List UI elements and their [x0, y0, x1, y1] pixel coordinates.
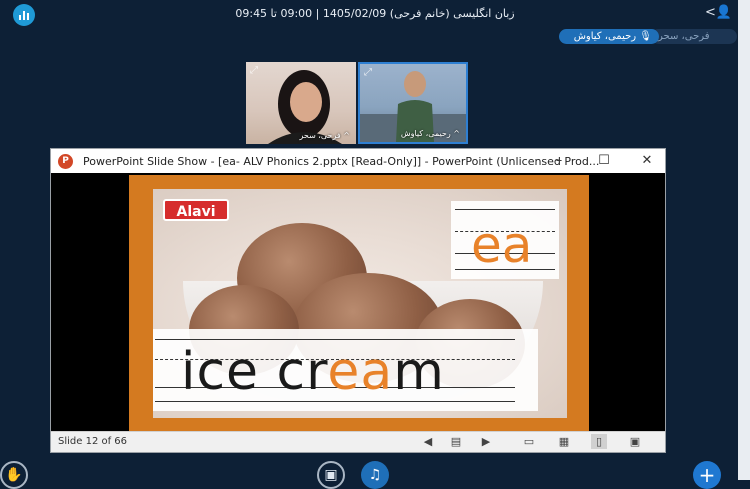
slide-counter: Slide 12 of 66	[58, 436, 128, 447]
user-menu-icon[interactable]: <👤	[705, 5, 732, 20]
word-end: m	[393, 342, 445, 402]
raise-hand-button[interactable]: ✋	[0, 461, 28, 489]
powerpoint-logo-icon: P	[58, 154, 73, 169]
audio-button[interactable]: ♫	[361, 461, 389, 489]
guide-line	[455, 209, 555, 210]
hand-icon: ✋	[5, 467, 23, 483]
participant-pill-farahi[interactable]: فرحی، سحر	[651, 29, 737, 44]
camera-off-icon: ▣	[324, 467, 338, 483]
minimize-button[interactable]: –	[548, 152, 570, 170]
reading-view-icon[interactable]: ▯	[591, 434, 607, 449]
slide-image: Alavi ea ice cream	[153, 189, 567, 418]
webcam-tile-student[interactable]: ⤢ ^ رحیمی، کیاوش	[358, 62, 468, 144]
camera-button[interactable]: ▣	[317, 461, 345, 489]
slideshow-status-bar: Slide 12 of 66 ◀ ▤ ▶ ▭ ▦ ▯ ▣	[51, 431, 665, 452]
guide-line	[155, 339, 515, 340]
participant-pill-rahimi[interactable]: 🎙 رحیمی، کیاوش	[559, 29, 659, 44]
slide: Alavi ea ice cream	[129, 175, 589, 432]
maximize-button[interactable]: ☐	[593, 152, 615, 170]
notes-icon[interactable]: ▤	[448, 434, 464, 449]
word-text: ice cream	[181, 341, 445, 403]
previous-slide-icon[interactable]: ◀	[420, 434, 436, 449]
right-sidebar-edge	[738, 0, 750, 480]
phonics-pattern-card: ea	[451, 201, 559, 279]
close-button[interactable]: ✕	[636, 152, 658, 170]
slideshow-view-icon[interactable]: ▣	[627, 434, 643, 449]
normal-view-icon[interactable]: ▭	[521, 434, 537, 449]
brand-badge: Alavi	[163, 199, 229, 221]
headphones-icon: ♫	[368, 467, 382, 483]
actions-button[interactable]: +	[693, 461, 721, 489]
plus-icon: +	[698, 463, 716, 487]
next-slide-icon[interactable]: ▶	[478, 434, 494, 449]
powerpoint-window[interactable]: P PowerPoint Slide Show - [ea- ALV Phoni…	[50, 148, 666, 453]
webcam-label: ^ رحیمی، کیاوش	[400, 129, 460, 138]
top-bar: زبان انگلیسی (خانم فرحی) 1405/02/09 | 09…	[0, 0, 750, 26]
window-titlebar[interactable]: P PowerPoint Slide Show - [ea- ALV Phoni…	[51, 149, 665, 173]
webcam-label: ^ فرحی، سحر	[299, 131, 350, 140]
slide-show-area[interactable]: Alavi ea ice cream ➤	[51, 173, 665, 449]
word-card: ice cream	[153, 329, 538, 411]
phonics-pattern-text: ea	[471, 216, 533, 274]
slide-sorter-icon[interactable]: ▦	[556, 434, 572, 449]
word-highlight: ea	[327, 342, 394, 402]
word-start: ice cr	[181, 342, 328, 402]
meeting-title: زبان انگلیسی (خانم فرحی) 1405/02/09 | 09…	[235, 7, 515, 20]
webcam-tile-teacher[interactable]: ⤢ ^ فرحی، سحر	[246, 62, 356, 144]
window-title: PowerPoint Slide Show - [ea- ALV Phonics…	[83, 155, 600, 168]
